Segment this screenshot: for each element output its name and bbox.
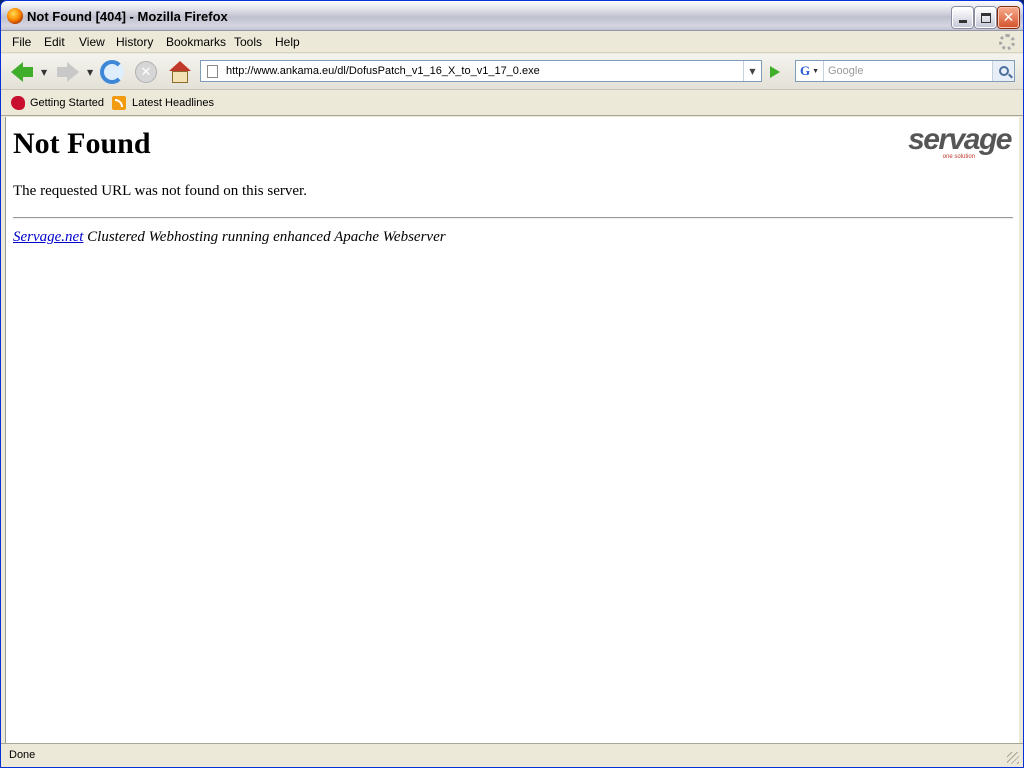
reload-icon <box>100 60 124 84</box>
menu-history[interactable]: History <box>116 35 153 49</box>
logo-wordmark: servage <box>908 123 1012 156</box>
browser-window: Not Found [404] - Mozilla Firefox ✕ File… <box>0 0 1024 768</box>
home-button[interactable] <box>169 58 191 86</box>
url-text[interactable]: http://www.ankama.eu/dl/DofusPatch_v1_16… <box>226 65 743 77</box>
search-bar: G ▼ <box>795 60 1015 82</box>
maximize-button[interactable] <box>975 7 996 28</box>
bookmark-getting-started[interactable]: Getting Started <box>11 96 104 110</box>
logo-tagline: one solution <box>942 154 975 160</box>
bookmarks-toolbar: Getting Started Latest Headlines <box>1 91 1023 116</box>
firefox-icon <box>7 8 23 24</box>
bookmark-label: Getting Started <box>30 97 104 109</box>
page-icon <box>207 64 218 78</box>
back-button[interactable]: ▼ <box>11 58 47 86</box>
menu-bookmarks[interactable]: Bookmarks <box>166 35 226 49</box>
servage-logo: servage one solution <box>907 123 1012 161</box>
menu-tools[interactable]: Tools <box>234 35 262 49</box>
url-history-dropdown-icon[interactable]: ▼ <box>743 61 761 81</box>
go-button[interactable] <box>765 62 785 82</box>
forward-arrow-icon <box>57 62 79 82</box>
throbber-icon <box>999 34 1015 50</box>
menu-help[interactable]: Help <box>275 35 300 49</box>
minimize-button[interactable] <box>952 7 973 28</box>
error-message: The requested URL was not found on this … <box>13 183 307 199</box>
navigation-toolbar: ▼ ▼ ✕ http://www.ankama.eu/dl/DofusPatch… <box>1 54 1023 90</box>
search-engine-selector[interactable]: G ▼ <box>796 61 824 81</box>
servage-link[interactable]: Servage.net <box>13 229 83 245</box>
resize-grip-icon[interactable] <box>1007 752 1019 764</box>
menu-bar: File Edit View History Bookmarks Tools H… <box>1 31 1023 53</box>
reload-button[interactable] <box>100 58 124 86</box>
back-arrow-icon <box>11 62 33 82</box>
url-bar[interactable]: http://www.ankama.eu/dl/DofusPatch_v1_16… <box>200 60 762 82</box>
status-bar: Done <box>1 743 1023 767</box>
maximize-icon <box>980 12 991 23</box>
server-signature-text: Clustered Webhosting running enhanced Ap… <box>83 229 446 245</box>
bookmark-label: Latest Headlines <box>132 97 214 109</box>
close-icon: ✕ <box>1002 9 1015 26</box>
forward-button[interactable]: ▼ <box>57 58 93 86</box>
close-button[interactable]: ✕ <box>998 7 1019 28</box>
go-arrow-icon <box>770 66 780 78</box>
stop-button[interactable]: ✕ <box>135 58 157 86</box>
page-content: Not Found servage one solution The reque… <box>5 117 1019 743</box>
search-button[interactable] <box>992 61 1014 81</box>
bookmark-latest-headlines[interactable]: Latest Headlines <box>112 96 214 110</box>
home-icon <box>169 61 191 83</box>
forward-history-dropdown-icon[interactable]: ▼ <box>87 68 93 77</box>
minimize-icon <box>958 20 967 23</box>
rss-feed-icon <box>112 96 126 110</box>
divider <box>13 217 1013 219</box>
engine-dropdown-icon: ▼ <box>812 67 820 75</box>
back-history-dropdown-icon[interactable]: ▼ <box>41 68 47 77</box>
server-signature: Servage.net Clustered Webhosting running… <box>13 229 446 246</box>
search-input[interactable] <box>824 62 992 80</box>
window-frame-right <box>1019 117 1023 743</box>
stop-icon: ✕ <box>135 61 157 83</box>
title-bar[interactable]: Not Found [404] - Mozilla Firefox ✕ <box>1 1 1023 31</box>
menu-view[interactable]: View <box>79 35 105 49</box>
menu-edit[interactable]: Edit <box>44 35 65 49</box>
google-icon: G <box>799 63 811 78</box>
menu-file[interactable]: File <box>12 35 31 49</box>
window-title: Not Found [404] - Mozilla Firefox <box>27 9 228 24</box>
firefox-bookmark-icon <box>11 96 25 110</box>
search-icon <box>998 66 1009 76</box>
page-heading: Not Found <box>13 127 151 160</box>
status-text: Done <box>9 749 36 761</box>
